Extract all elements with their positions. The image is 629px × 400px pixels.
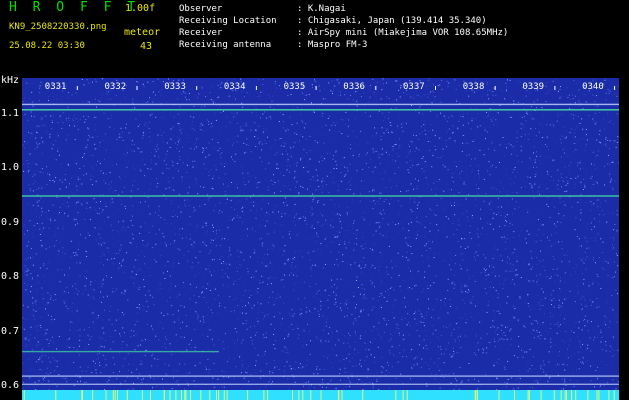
time-tick-mark — [136, 86, 138, 90]
y-tick-label: 0.7 — [1, 325, 20, 337]
time-tick-mark — [614, 86, 616, 90]
carrier-line — [22, 383, 619, 385]
time-tick-label: 0331 — [44, 82, 67, 92]
antenna-value: : Maspro FM-3 — [297, 40, 368, 50]
time-tick-mark — [315, 86, 317, 90]
time-tick-mark — [494, 86, 496, 90]
filename-label: KN9_2508220330.png — [9, 22, 107, 32]
y-tick-label: 0.6 — [1, 380, 20, 392]
time-tick-label: 0338 — [462, 82, 485, 92]
header-panel: H R O F F T 1.00f KN9_2508220330.png met… — [0, 0, 629, 74]
time-tick-mark — [435, 86, 436, 90]
right-margin — [619, 78, 629, 400]
carrier-line — [22, 103, 619, 106]
time-tick-mark — [255, 86, 257, 90]
time-tick-mark — [554, 86, 556, 90]
carrier-line — [22, 350, 219, 353]
version-label: 1.00f — [125, 3, 156, 14]
time-tick-label: 0339 — [522, 82, 545, 92]
y-tick-label: 1.1 — [1, 107, 20, 119]
y-tick-label: 0.9 — [1, 216, 20, 228]
timestamp-label: 25.08.22 03:30 — [9, 41, 85, 51]
meteor-count: 43 — [140, 41, 153, 52]
carrier-line — [22, 195, 619, 197]
time-tick-label: 0333 — [164, 82, 186, 92]
carrier-line — [22, 375, 619, 377]
time-tick-mark — [76, 86, 78, 90]
time-tick-mark — [375, 86, 377, 90]
antenna-label: Receiving antenna — [179, 40, 272, 50]
time-tick-label: 0332 — [104, 82, 127, 92]
y-tick-label: 1.0 — [1, 162, 20, 174]
meteor-label: meteor — [124, 27, 161, 38]
time-tick-label: 0335 — [283, 82, 306, 92]
spectrogram-canvas — [22, 78, 619, 400]
carrier-line — [22, 109, 619, 111]
spectrogram — [22, 78, 619, 400]
app-title: H R O F F T — [9, 0, 140, 15]
time-tick-label: 0340 — [582, 82, 604, 92]
time-tick-label: 0334 — [223, 82, 246, 92]
time-tick-label: 0336 — [343, 82, 365, 92]
time-tick-mark — [196, 86, 198, 90]
y-tick-label: 0.8 — [1, 271, 20, 283]
time-tick-label: 0337 — [403, 82, 425, 92]
y-axis-unit: kHz — [1, 75, 20, 86]
